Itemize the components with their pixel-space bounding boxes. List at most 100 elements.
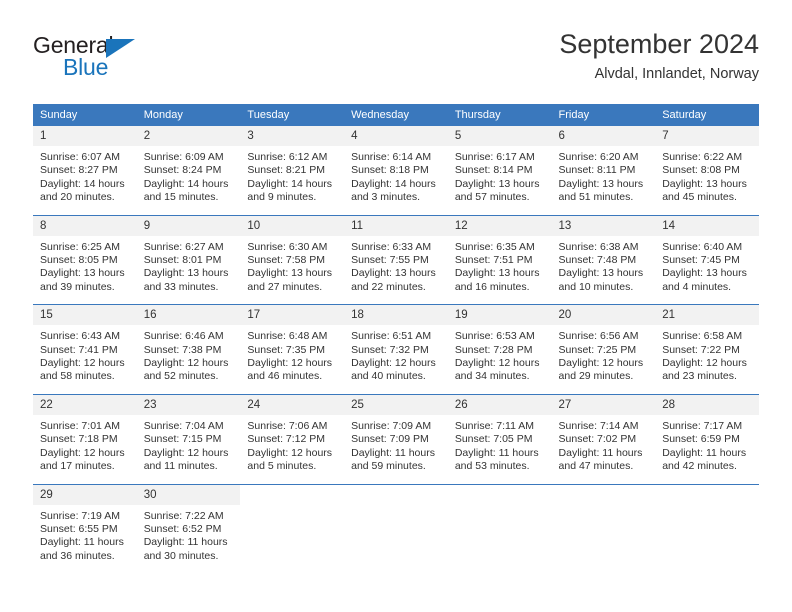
sunrise-time: Sunrise: 6:20 AM: [558, 151, 639, 163]
calendar-day-cell[interactable]: 15 Sunrise: 6:43 AM Sunset: 7:41 PM Dayligh…: [33, 304, 137, 395]
calendar-day-cell[interactable]: 16 Sunrise: 6:46 AM Sunset: 7:38 PM Dayligh…: [136, 304, 241, 395]
daylight-duration-line2: and 15 minutes.: [143, 191, 219, 204]
day-number: 2: [136, 126, 241, 146]
calendar-day-cell[interactable]: 24 Sunrise: 7:06 AM Sunset: 7:12 PM Dayligh…: [240, 393, 345, 484]
calendar-day-cell[interactable]: 5 Sunrise: 6:17 AM Sunset: 8:14 PM Daylight…: [447, 126, 552, 215]
calendar-day-cell[interactable]: 12 Sunrise: 6:35 AM Sunset: 7:51 PM Dayligh…: [447, 214, 552, 305]
sunrise-time: Sunrise: 7:01 AM: [40, 419, 120, 432]
day-number: 5: [447, 126, 552, 146]
day-number: [344, 484, 448, 505]
daylight-duration-line1: Daylight: 11 hours: [662, 446, 747, 459]
daylight-duration-line1: Daylight: 12 hours: [454, 357, 540, 370]
sunset-time: Sunset: 7:41 PM: [40, 343, 118, 356]
title-block: September 2024 Alvdal, Innlandet, Norway: [559, 28, 759, 84]
daylight-duration-line1: Daylight: 13 hours: [351, 267, 436, 280]
daylight-duration-line1: Daylight: 14 hours: [143, 177, 229, 190]
daylight-duration-line1: Daylight: 14 hours: [351, 177, 436, 190]
day-sun-info: Sunrise: 6:46 AM Sunset: 7:38 PM Daylight:…: [137, 325, 241, 394]
calendar-day-cell[interactable]: 25 Sunrise: 7:09 AM Sunset: 7:09 PM Dayligh…: [344, 393, 448, 484]
day-number: 16: [136, 305, 241, 326]
calendar-day-cell[interactable]: 13 Sunrise: 6:38 AM Sunset: 7:48 PM Dayligh…: [551, 214, 656, 305]
calendar-day-cell[interactable]: 11 Sunrise: 6:33 AM Sunset: 7:55 PM Dayligh…: [344, 214, 448, 305]
daylight-duration-line1: Daylight: 11 hours: [351, 446, 435, 459]
daylight-duration-line1: Daylight: 13 hours: [558, 267, 644, 280]
sunrise-time: Sunrise: 7:09 AM: [351, 419, 432, 432]
weekday-header-saturday: Saturday: [655, 104, 759, 126]
daylight-duration-line2: and 4 minutes.: [662, 280, 732, 293]
day-number: 13: [551, 215, 656, 236]
calendar-day-cell[interactable]: 4 Sunrise: 6:14 AM Sunset: 8:18 PM Daylight…: [344, 126, 448, 215]
sunrise-time: Sunrise: 7:22 AM: [143, 509, 224, 522]
day-sun-info: Sunrise: 7:17 AM Sunset: 6:59 PM Daylight:…: [655, 415, 759, 484]
calendar-day-cell[interactable]: 14 Sunrise: 6:40 AM Sunset: 7:45 PM Dayligh…: [655, 214, 759, 305]
general-blue-logo[interactable]: General Blue: [33, 32, 183, 88]
sunrise-sunset-calendar-table: Sunday Monday Tuesday Wednesday Thursday…: [33, 104, 759, 574]
daylight-duration-line2: and 5 minutes.: [247, 460, 317, 473]
calendar-day-cell[interactable]: 3 Sunrise: 6:12 AM Sunset: 8:21 PM Daylight…: [240, 126, 345, 215]
daylight-duration-line1: Daylight: 13 hours: [662, 267, 747, 280]
calendar-day-cell[interactable]: 18 Sunrise: 6:51 AM Sunset: 7:32 PM Dayligh…: [344, 304, 448, 395]
calendar-header-row: Sunday Monday Tuesday Wednesday Thursday…: [33, 104, 759, 126]
sunset-time: Sunset: 7:51 PM: [454, 254, 533, 267]
daylight-duration-line2: and 23 minutes.: [662, 370, 737, 383]
sunset-time: Sunset: 8:18 PM: [351, 164, 429, 177]
calendar-day-cell[interactable]: 2 Sunrise: 6:09 AM Sunset: 8:24 PM Daylight…: [136, 126, 241, 215]
day-number: 1: [33, 126, 137, 146]
calendar-week-row: 29 Sunrise: 7:19 AM Sunset: 6:55 PM Dayligh…: [33, 483, 759, 574]
calendar-day-cell[interactable]: 28 Sunrise: 7:17 AM Sunset: 6:59 PM Dayligh…: [655, 393, 759, 484]
calendar-day-cell[interactable]: 23 Sunrise: 7:04 AM Sunset: 7:15 PM Dayligh…: [136, 393, 241, 484]
calendar-day-cell[interactable]: 21 Sunrise: 6:58 AM Sunset: 7:22 PM Dayligh…: [655, 304, 759, 395]
day-sun-info: Sunrise: 6:35 AM Sunset: 7:51 PM Daylight:…: [448, 236, 552, 305]
day-sun-info: [344, 505, 448, 567]
calendar-day-cell[interactable]: 22 Sunrise: 7:01 AM Sunset: 7:18 PM Dayligh…: [33, 393, 137, 484]
sunrise-time: Sunrise: 6:35 AM: [454, 240, 535, 253]
sunset-time: Sunset: 8:27 PM: [40, 164, 118, 177]
sunset-time: Sunset: 7:05 PM: [454, 433, 533, 446]
calendar-day-cell[interactable]: 10 Sunrise: 6:30 AM Sunset: 7:58 PM Dayligh…: [240, 214, 345, 305]
calendar-day-cell[interactable]: 19 Sunrise: 6:53 AM Sunset: 7:28 PM Dayligh…: [447, 304, 552, 395]
calendar-day-cell[interactable]: 27 Sunrise: 7:14 AM Sunset: 7:02 PM Dayligh…: [551, 393, 656, 484]
daylight-duration-line1: Daylight: 11 hours: [143, 536, 228, 549]
sunrise-time: Sunrise: 6:07 AM: [40, 151, 120, 163]
sunset-time: Sunset: 7:28 PM: [454, 343, 533, 356]
day-number: 28: [655, 394, 759, 415]
day-number: 3: [240, 126, 345, 146]
calendar-day-cell[interactable]: 30 Sunrise: 7:22 AM Sunset: 6:52 PM Dayligh…: [136, 483, 241, 574]
calendar-day-cell[interactable]: 26 Sunrise: 7:11 AM Sunset: 7:05 PM Dayligh…: [447, 393, 552, 484]
day-sun-info: Sunrise: 6:20 AM Sunset: 8:11 PM Daylight:…: [552, 146, 656, 215]
day-sun-info: Sunrise: 6:30 AM Sunset: 7:58 PM Daylight:…: [240, 236, 344, 305]
day-number: 27: [551, 394, 656, 415]
sunrise-time: Sunrise: 6:46 AM: [143, 330, 224, 343]
calendar-day-cell[interactable]: 17 Sunrise: 6:48 AM Sunset: 7:35 PM Dayligh…: [240, 304, 345, 395]
calendar-day-cell[interactable]: 8 Sunrise: 6:25 AM Sunset: 8:05 PM Daylight…: [33, 214, 137, 305]
daylight-duration-line2: and 46 minutes.: [247, 370, 323, 383]
calendar-day-cell[interactable]: 29 Sunrise: 7:19 AM Sunset: 6:55 PM Dayligh…: [33, 483, 137, 574]
daylight-duration-line2: and 53 minutes.: [454, 460, 530, 473]
day-sun-info: Sunrise: 6:38 AM Sunset: 7:48 PM Daylight:…: [552, 236, 656, 305]
daylight-duration-line2: and 58 minutes.: [40, 370, 115, 383]
day-sun-info: Sunrise: 6:09 AM Sunset: 8:24 PM Daylight:…: [137, 146, 241, 215]
daylight-duration-line1: Daylight: 12 hours: [40, 446, 125, 459]
calendar-day-cell[interactable]: 7 Sunrise: 6:22 AM Sunset: 8:08 PM Daylight…: [655, 126, 759, 215]
calendar-day-cell[interactable]: 6 Sunrise: 6:20 AM Sunset: 8:11 PM Daylight…: [551, 126, 656, 215]
daylight-duration-line1: Daylight: 13 hours: [247, 267, 333, 280]
sunset-time: Sunset: 8:01 PM: [143, 254, 222, 267]
calendar-day-cell[interactable]: 20 Sunrise: 6:56 AM Sunset: 7:25 PM Dayligh…: [551, 304, 656, 395]
day-number: 22: [33, 394, 137, 415]
calendar-day-cell[interactable]: 9 Sunrise: 6:27 AM Sunset: 8:01 PM Daylight…: [136, 214, 241, 305]
day-sun-info: [655, 505, 759, 567]
sunset-time: Sunset: 8:08 PM: [662, 164, 740, 177]
daylight-duration-line1: Daylight: 13 hours: [40, 267, 125, 280]
day-sun-info: Sunrise: 6:27 AM Sunset: 8:01 PM Daylight:…: [137, 236, 241, 305]
calendar-day-cell-empty: [240, 483, 345, 574]
sunset-time: Sunset: 7:35 PM: [247, 343, 326, 356]
daylight-duration-line2: and 33 minutes.: [143, 280, 219, 293]
day-number: 25: [344, 394, 448, 415]
sunset-time: Sunset: 7:58 PM: [247, 254, 326, 267]
day-number: [240, 484, 345, 505]
day-number: [655, 484, 759, 505]
sunrise-time: Sunrise: 7:14 AM: [558, 419, 639, 432]
sunrise-time: Sunrise: 6:25 AM: [40, 240, 120, 253]
calendar-day-cell[interactable]: 1 Sunrise: 6:07 AM Sunset: 8:27 PM Daylight…: [33, 126, 137, 215]
daylight-duration-line1: Daylight: 13 hours: [143, 267, 229, 280]
